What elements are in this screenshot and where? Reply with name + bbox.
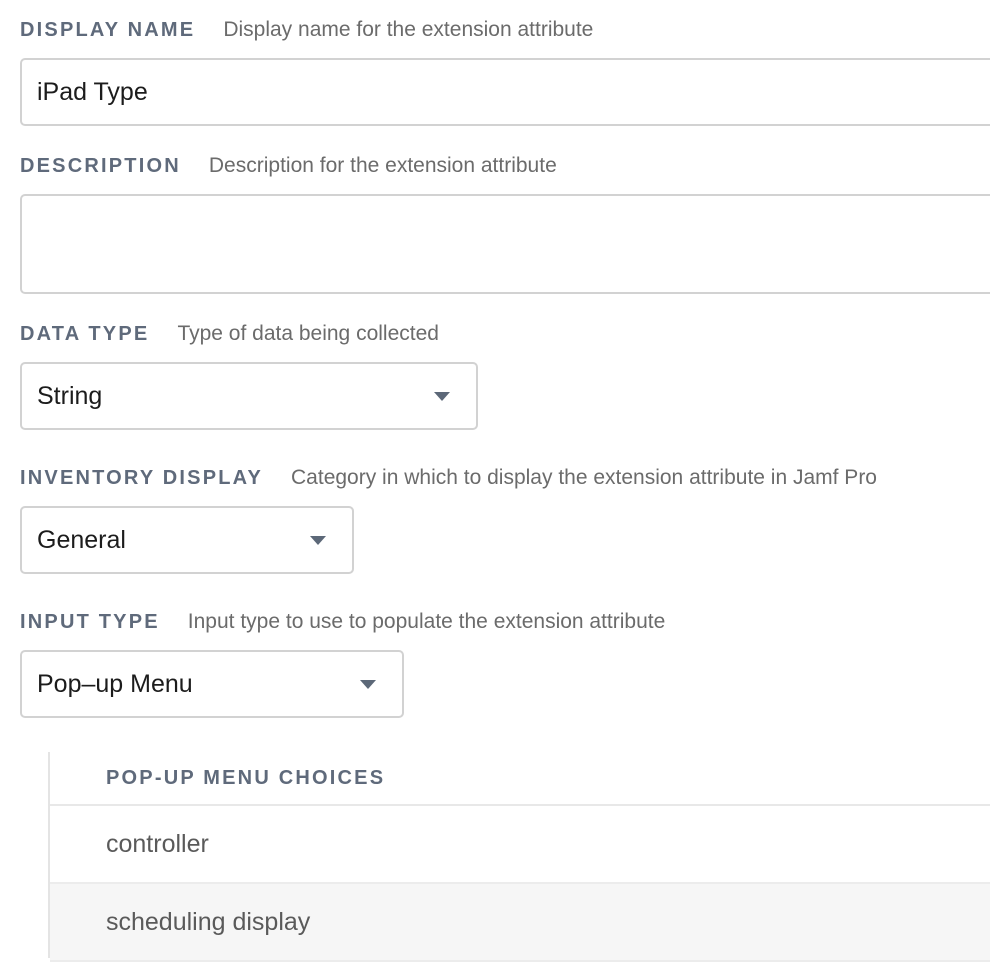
inventory-display-selected-value: General — [37, 525, 126, 554]
description-label-row: DESCRIPTION Description for the extensio… — [20, 154, 557, 178]
popup-menu-choices-table: POP-UP MENU CHOICES controller schedulin… — [48, 752, 990, 962]
description-hint: Description for the extension attribute — [208, 154, 557, 177]
data-type-label: DATA TYPE — [20, 323, 150, 345]
chevron-down-icon — [360, 679, 376, 689]
chevron-down-icon — [434, 391, 450, 401]
data-type-select[interactable]: String — [20, 362, 478, 430]
description-label: DESCRIPTION — [20, 155, 181, 177]
chevron-down-icon — [310, 535, 326, 545]
inventory-display-select[interactable]: General — [20, 506, 354, 574]
inventory-display-label-row: INVENTORY DISPLAY Category in which to d… — [20, 466, 877, 490]
display-name-label: DISPLAY NAME — [20, 19, 196, 41]
display-name-input[interactable] — [20, 58, 990, 126]
data-type-hint: Type of data being collected — [177, 322, 439, 345]
input-type-label-row: INPUT TYPE Input type to use to populate… — [20, 610, 665, 634]
input-type-select[interactable]: Pop–up Menu — [20, 650, 404, 718]
popup-menu-choice-row[interactable]: scheduling display — [50, 884, 990, 962]
inventory-display-hint: Category in which to display the extensi… — [291, 466, 877, 489]
input-type-label: INPUT TYPE — [20, 611, 160, 633]
data-type-selected-value: String — [37, 381, 103, 410]
display-name-label-row: DISPLAY NAME Display name for the extens… — [20, 18, 593, 42]
display-name-hint: Display name for the extension attribute — [223, 18, 594, 41]
data-type-label-row: DATA TYPE Type of data being collected — [20, 322, 439, 346]
popup-menu-choice-row[interactable]: controller — [50, 806, 990, 884]
input-type-selected-value: Pop–up Menu — [37, 669, 193, 698]
popup-menu-choice-text: scheduling display — [106, 907, 311, 936]
popup-menu-choices-header: POP-UP MENU CHOICES — [50, 752, 990, 806]
popup-menu-choice-text: controller — [106, 829, 209, 858]
description-input[interactable] — [20, 194, 990, 294]
inventory-display-label: INVENTORY DISPLAY — [20, 467, 264, 489]
input-type-hint: Input type to use to populate the extens… — [187, 610, 666, 633]
